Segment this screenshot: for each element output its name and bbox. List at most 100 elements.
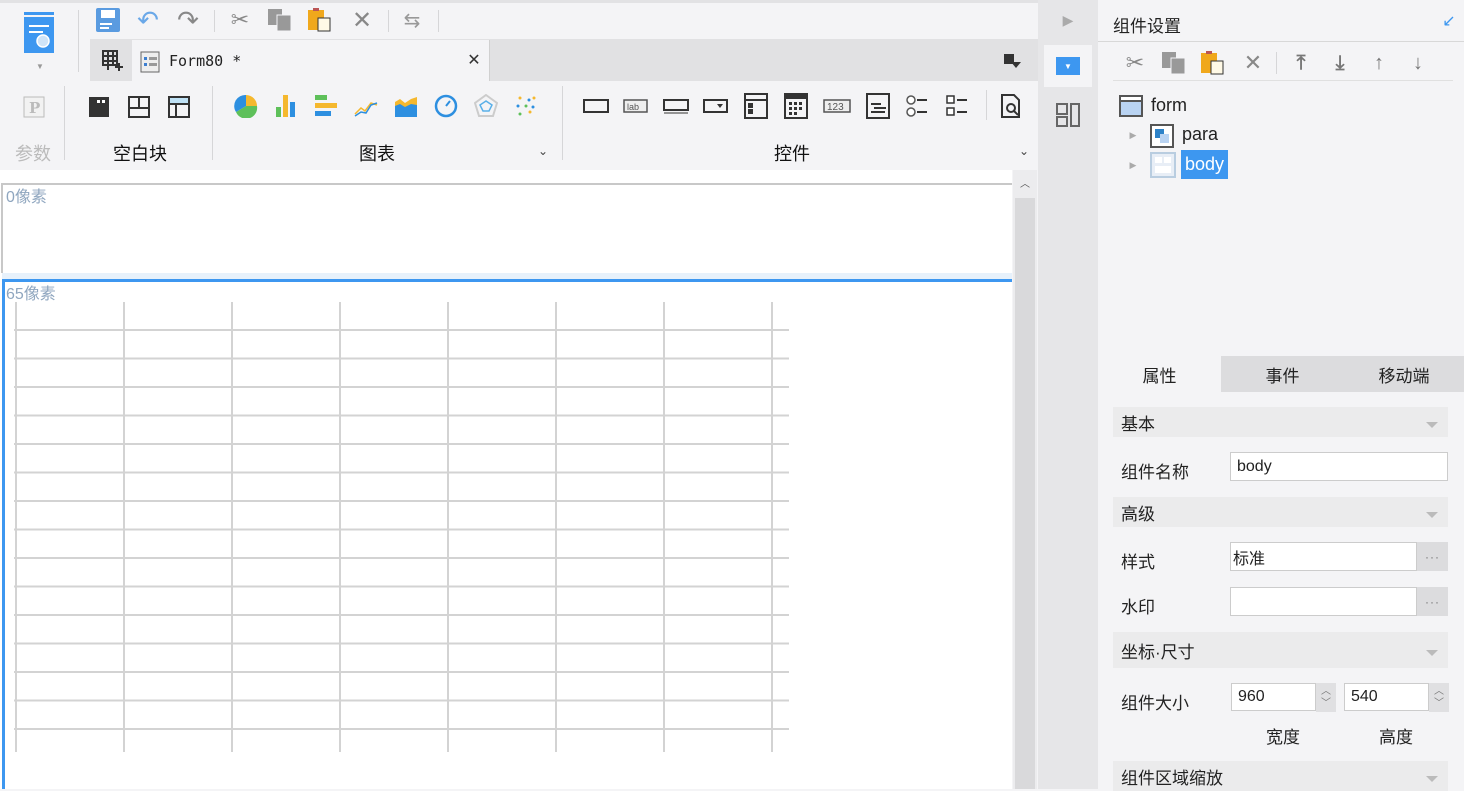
- radio-group-widget-icon[interactable]: [904, 93, 932, 119]
- checkbox-group-widget-icon[interactable]: [944, 93, 972, 119]
- expand-body-icon[interactable]: ▶: [1128, 158, 1138, 172]
- list-widget-icon[interactable]: [864, 93, 892, 119]
- section-position-size[interactable]: 坐标·尺寸: [1113, 632, 1448, 668]
- dropdown-tree-widget-icon[interactable]: [742, 93, 770, 119]
- delete-icon[interactable]: ✕: [348, 7, 376, 34]
- tree-node-body[interactable]: body: [1181, 150, 1229, 179]
- group-label-widget: 控件: [774, 144, 810, 164]
- paste-icon[interactable]: [306, 7, 334, 33]
- style-input[interactable]: 标准: [1230, 542, 1417, 571]
- section-basic-label: 基本: [1121, 414, 1155, 434]
- body-node-icon: [1150, 152, 1176, 178]
- tab-mobile[interactable]: 移动端: [1344, 356, 1464, 392]
- width-input[interactable]: 960: [1231, 683, 1316, 711]
- move-down-icon[interactable]: ↓: [1405, 50, 1431, 76]
- collapse-icon: [1426, 512, 1438, 518]
- move-bottom-icon[interactable]: ⤓: [1327, 50, 1353, 76]
- tab-properties[interactable]: 属性: [1098, 356, 1221, 392]
- scroll-up-icon[interactable]: ︿: [1015, 174, 1035, 190]
- panel-copy-icon[interactable]: [1161, 50, 1187, 76]
- save-icon[interactable]: [94, 7, 122, 33]
- group-label-blank: 空白块: [113, 144, 167, 164]
- date-widget-icon[interactable]: [782, 93, 810, 119]
- tab-list-icon[interactable]: [1000, 50, 1024, 72]
- height-caption: 高度: [1379, 728, 1413, 747]
- scrollbar-thumb[interactable]: [1015, 198, 1035, 789]
- gauge-chart-icon[interactable]: [433, 93, 459, 119]
- watermark-label: 水印: [1121, 598, 1155, 617]
- form-node-icon: [1119, 95, 1143, 117]
- para-node-icon: [1150, 124, 1174, 148]
- copy-icon[interactable]: [266, 7, 294, 33]
- float-panel-icon[interactable]: ↙: [1440, 12, 1458, 30]
- tab-title: Form80 *: [169, 52, 242, 70]
- height-stepper[interactable]: ︿ ﹀: [1429, 683, 1449, 712]
- panel-delete-icon[interactable]: ✕: [1240, 50, 1266, 76]
- size-label: 组件大小: [1121, 694, 1189, 713]
- move-up-icon[interactable]: ↑: [1366, 50, 1392, 76]
- blank-absolute-icon[interactable]: [88, 96, 110, 118]
- cut-icon[interactable]: ✂: [226, 7, 254, 33]
- close-tab-icon[interactable]: ✕: [464, 50, 484, 70]
- widget-settings-tab[interactable]: ▼: [1044, 45, 1092, 87]
- watermark-more-button[interactable]: ···: [1417, 587, 1448, 616]
- collapse-icon: [1426, 422, 1438, 428]
- panel-cut-icon[interactable]: ✂: [1122, 50, 1148, 76]
- area-chart-icon[interactable]: [393, 93, 419, 119]
- section-scale-label: 组件区域缩放: [1121, 768, 1223, 788]
- move-top-icon[interactable]: ⤒: [1288, 50, 1314, 76]
- pie-chart-icon[interactable]: [233, 93, 259, 119]
- section-scale[interactable]: 组件区域缩放: [1113, 761, 1448, 791]
- radar-chart-icon[interactable]: [473, 93, 499, 119]
- style-label: 样式: [1121, 553, 1155, 572]
- widget-settings-icon: ▼: [1056, 57, 1080, 75]
- tab-events[interactable]: 事件: [1221, 356, 1344, 392]
- expand-para-icon[interactable]: ▶: [1128, 128, 1138, 142]
- style-more-button[interactable]: ···: [1417, 542, 1448, 571]
- number-widget-icon[interactable]: 123: [822, 95, 852, 117]
- form-file-icon: [138, 48, 164, 74]
- height-input[interactable]: 540: [1344, 683, 1429, 711]
- panel-title: 组件设置: [1113, 17, 1181, 36]
- group-label-param: 参数: [15, 144, 51, 164]
- design-canvas[interactable]: 0像素 65像素: [0, 170, 1012, 789]
- button-widget-icon[interactable]: [582, 95, 610, 117]
- collapse-icon: [1426, 776, 1438, 782]
- undo-icon[interactable]: ↶: [134, 5, 162, 35]
- widget-expand-icon[interactable]: ⌄: [1016, 144, 1032, 158]
- width-stepper[interactable]: ︿ ﹀: [1316, 683, 1336, 712]
- chart-expand-icon[interactable]: ⌄: [535, 144, 551, 158]
- name-input[interactable]: body: [1230, 452, 1448, 481]
- app-menu-dropdown-icon[interactable]: ▼: [34, 62, 46, 71]
- scatter-chart-icon[interactable]: [513, 93, 539, 119]
- name-label: 组件名称: [1121, 463, 1189, 482]
- svg-text:123: 123: [827, 102, 844, 113]
- section-basic[interactable]: 基本: [1113, 407, 1448, 437]
- new-template-icon[interactable]: [98, 46, 128, 76]
- group-label-chart: 图表: [359, 144, 395, 164]
- parameter-icon[interactable]: P: [22, 95, 46, 119]
- horizontal-bar-chart-icon[interactable]: [313, 93, 339, 119]
- tree-node-para[interactable]: para: [1182, 124, 1218, 145]
- tree-node-form[interactable]: form: [1151, 95, 1187, 116]
- line-chart-icon[interactable]: [353, 93, 379, 119]
- collapse-icon: [1426, 650, 1438, 656]
- collapse-panel-icon[interactable]: ▶: [1058, 10, 1078, 30]
- svg-text:P: P: [29, 99, 40, 117]
- blank-tab-icon[interactable]: [168, 96, 190, 118]
- section-advanced[interactable]: 高级: [1113, 497, 1448, 527]
- switch-icon[interactable]: ⇆: [398, 7, 426, 33]
- section-advanced-label: 高级: [1121, 504, 1155, 524]
- redo-icon[interactable]: ↷: [174, 5, 202, 35]
- label-widget-icon[interactable]: lab: [622, 95, 650, 117]
- search-widget-icon[interactable]: [998, 93, 1024, 119]
- combobox-widget-icon[interactable]: [702, 95, 730, 117]
- width-caption: 宽度: [1266, 728, 1300, 747]
- bar-chart-icon[interactable]: [273, 93, 299, 119]
- component-library-icon[interactable]: [1054, 102, 1082, 128]
- watermark-input[interactable]: [1230, 587, 1417, 616]
- app-menu-icon[interactable]: [22, 12, 58, 56]
- text-widget-icon[interactable]: [662, 95, 690, 117]
- panel-paste-icon[interactable]: [1200, 50, 1226, 76]
- blank-split-icon[interactable]: [128, 96, 150, 118]
